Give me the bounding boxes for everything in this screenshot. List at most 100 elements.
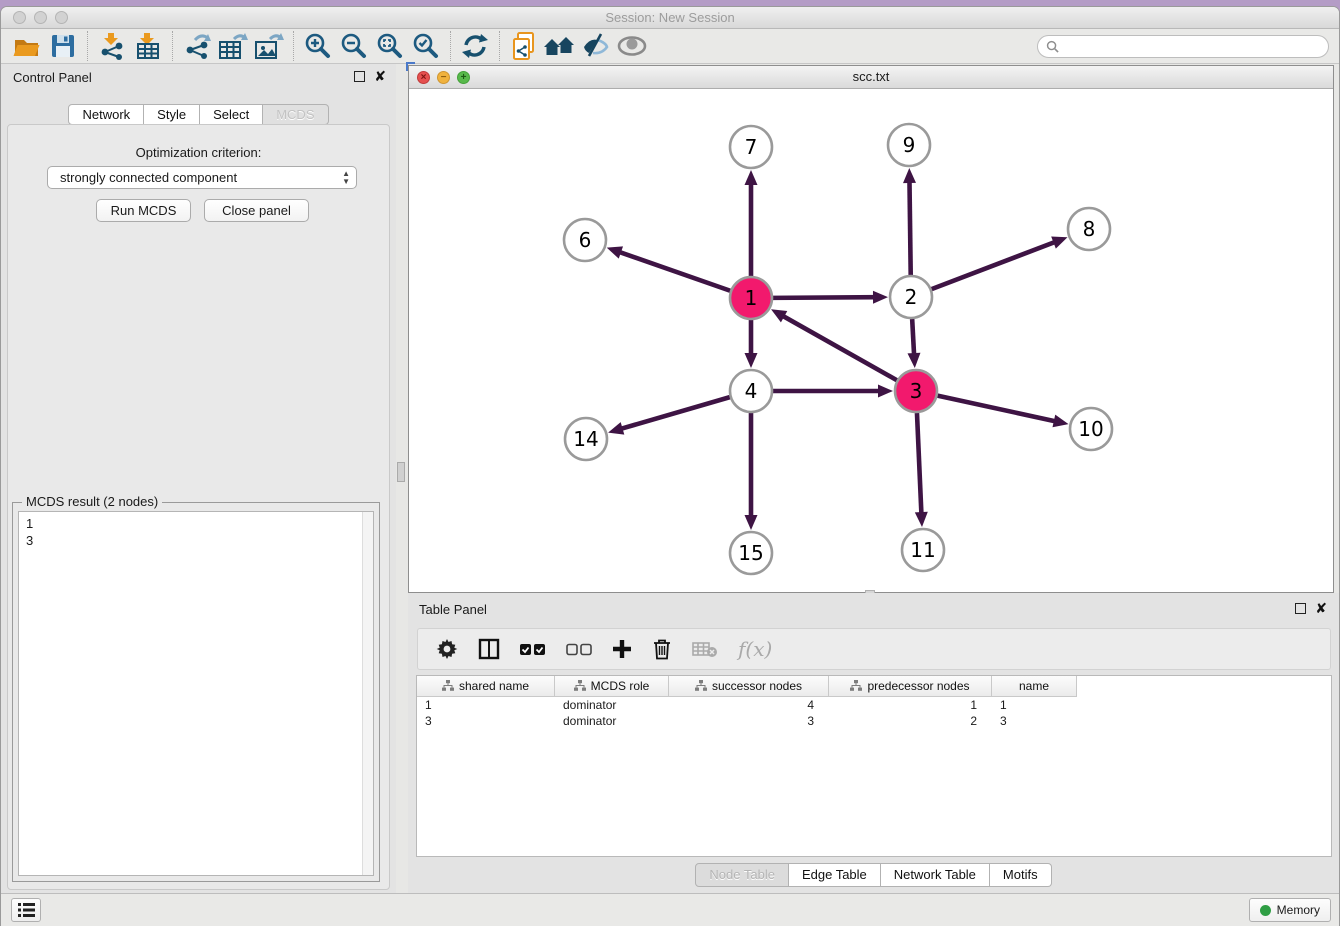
mcds-result-textarea[interactable]: 1 3 (18, 511, 374, 876)
run-mcds-button[interactable]: Run MCDS (96, 199, 191, 222)
optimization-criterion-label: Optimization criterion: (8, 145, 389, 160)
add-row-icon[interactable] (612, 639, 632, 659)
window-title: Session: New Session (1, 10, 1339, 25)
split-columns-icon[interactable] (478, 638, 500, 660)
graph-edge-arrowhead (608, 422, 624, 434)
home-networks-icon[interactable] (542, 31, 578, 61)
memory-status-icon (1260, 905, 1271, 916)
main-toolbar (1, 29, 1339, 64)
graph-edge-3-1[interactable] (781, 315, 896, 380)
close-panel-icon[interactable]: ✘ (374, 71, 386, 82)
column-header-name[interactable]: name (992, 676, 1077, 697)
import-network-icon[interactable] (94, 31, 130, 61)
export-network-icon[interactable] (179, 31, 215, 61)
graph-node-label-14: 14 (573, 427, 598, 451)
column-header-successor-nodes[interactable]: successor nodes (669, 676, 829, 697)
hierarchy-icon (695, 680, 707, 692)
network-canvas[interactable]: 7968124314101511 (409, 90, 1333, 592)
tab-node-table[interactable]: Node Table (695, 863, 789, 887)
eye-icon[interactable] (614, 31, 650, 61)
search-field[interactable] (1037, 35, 1329, 58)
graphics-details-icon[interactable] (578, 31, 614, 61)
graph-edge-4-14[interactable] (620, 397, 730, 429)
table-row[interactable]: 1dominator411 (417, 697, 1331, 713)
zoom-selected-icon[interactable] (408, 31, 444, 61)
graph-node-label-2: 2 (905, 285, 918, 309)
graph-edge-2-3[interactable] (912, 319, 914, 356)
graph-edge-1-6[interactable] (618, 252, 730, 291)
delete-table-icon (692, 640, 718, 658)
graph-edge-2-9[interactable] (909, 180, 910, 275)
export-image-icon[interactable] (251, 31, 287, 61)
toolbar-separator (499, 31, 500, 61)
graph-edge-arrowhead (745, 170, 758, 185)
close-table-panel-icon[interactable]: ✘ (1315, 603, 1327, 614)
copy-network-icon[interactable] (506, 31, 542, 61)
table-row[interactable]: 3dominator323 (417, 713, 1331, 729)
chevron-up-down-icon: ▲▼ (342, 170, 350, 185)
graph-edge-2-8[interactable] (932, 241, 1057, 289)
graph-node-label-3: 3 (910, 379, 923, 403)
zoom-in-icon[interactable] (300, 31, 336, 61)
tab-mcds[interactable]: MCDS (263, 104, 328, 125)
mcds-tab-content: Optimization criterion: strongly connect… (7, 124, 390, 890)
select-all-checkboxes-icon[interactable] (520, 643, 546, 656)
table-cell[interactable]: 1 (992, 697, 1077, 713)
memory-button[interactable]: Memory (1249, 898, 1331, 922)
hierarchy-icon (442, 680, 454, 692)
toolbar-separator (450, 31, 451, 61)
table-cell[interactable]: dominator (555, 713, 669, 729)
tab-motifs[interactable]: Motifs (990, 863, 1052, 887)
float-panel-icon[interactable] (354, 71, 365, 82)
application-window: Session: New Session (0, 6, 1340, 926)
graph-edge-arrowhead (745, 515, 758, 530)
column-header-label: shared name (459, 679, 529, 693)
list-menu-button[interactable] (11, 898, 41, 922)
graph-node-label-8: 8 (1083, 217, 1096, 241)
table-cell[interactable]: 2 (829, 713, 992, 729)
result-scrollbar[interactable] (362, 512, 373, 875)
table-cell[interactable]: 3 (417, 713, 555, 729)
graph-edge-3-10[interactable] (937, 396, 1056, 422)
save-session-icon[interactable] (45, 31, 81, 61)
table-body: 1dominator4113dominator323 (417, 697, 1331, 729)
delete-icon[interactable] (652, 638, 672, 660)
graph-edge-1-2[interactable] (773, 297, 876, 298)
zoom-fit-icon[interactable] (372, 31, 408, 61)
mcds-result-group: MCDS result (2 nodes) 1 3 (12, 502, 380, 882)
float-table-panel-icon[interactable] (1295, 603, 1306, 614)
list-icon (18, 903, 35, 917)
search-input[interactable] (1059, 40, 1309, 54)
search-icon (1046, 40, 1059, 53)
tab-select[interactable]: Select (200, 104, 263, 125)
refresh-layout-icon[interactable] (457, 31, 493, 61)
tab-style[interactable]: Style (144, 104, 200, 125)
table-cell[interactable]: 1 (417, 697, 555, 713)
table-cell[interactable]: 1 (829, 697, 992, 713)
close-panel-button[interactable]: Close panel (204, 199, 309, 222)
table-cell[interactable]: 4 (669, 697, 829, 713)
gear-icon[interactable] (436, 638, 458, 660)
network-window-titlebar[interactable]: × − + scc.txt (409, 66, 1333, 89)
table-cell[interactable]: dominator (555, 697, 669, 713)
clear-checkboxes-icon[interactable] (566, 643, 592, 656)
splitter-handle[interactable] (397, 462, 405, 482)
column-header-MCDS-role[interactable]: MCDS role (555, 676, 669, 697)
import-table-icon[interactable] (130, 31, 166, 61)
column-header-predecessor-nodes[interactable]: predecessor nodes (829, 676, 992, 697)
table-cell[interactable]: 3 (669, 713, 829, 729)
column-header-label: MCDS role (591, 679, 650, 693)
table-header-row: shared name MCDS role successor nodesprede… (417, 676, 1331, 697)
table-toolbar: f(x) (417, 628, 1331, 670)
criterion-select[interactable]: strongly connected component ▲▼ (47, 166, 357, 189)
zoom-out-icon[interactable] (336, 31, 372, 61)
tab-network[interactable]: Network (68, 104, 144, 125)
tab-edge-table[interactable]: Edge Table (789, 863, 881, 887)
tab-network-table[interactable]: Network Table (881, 863, 990, 887)
graph-edge-arrowhead (873, 291, 888, 304)
graph-edge-3-11[interactable] (917, 413, 921, 515)
export-table-icon[interactable] (215, 31, 251, 61)
column-header-shared-name[interactable]: shared name (417, 676, 555, 697)
table-cell[interactable]: 3 (992, 713, 1077, 729)
open-session-icon[interactable] (9, 31, 45, 61)
